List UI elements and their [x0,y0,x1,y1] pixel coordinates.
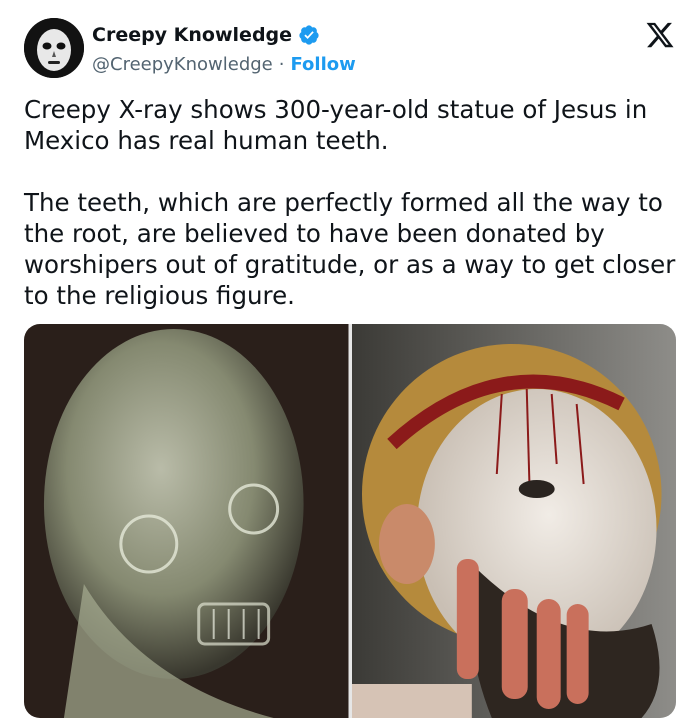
handle-separator: · [278,53,285,75]
verified-badge-icon [299,25,319,45]
tweet-text: Creepy X-ray shows 300-year-old statue o… [24,94,676,311]
tweet-media [24,324,676,718]
follow-button[interactable]: Follow [290,54,355,75]
x-logo-icon[interactable] [644,20,676,50]
xray-image[interactable] [24,324,349,718]
author-names: Creepy Knowledge @CreepyKnowledge · Foll… [92,22,356,76]
tweet-header: Creepy Knowledge @CreepyKnowledge · Foll… [24,18,676,80]
tweet-paragraph: Creepy X-ray shows 300-year-old statue o… [24,95,648,155]
tweet-paragraph: The teeth, which are perfectly formed al… [24,188,676,310]
author-handle[interactable]: @CreepyKnowledge [92,54,273,75]
author-avatar[interactable] [24,18,84,78]
author-display-name[interactable]: Creepy Knowledge [92,24,292,46]
statue-image[interactable] [351,324,676,718]
